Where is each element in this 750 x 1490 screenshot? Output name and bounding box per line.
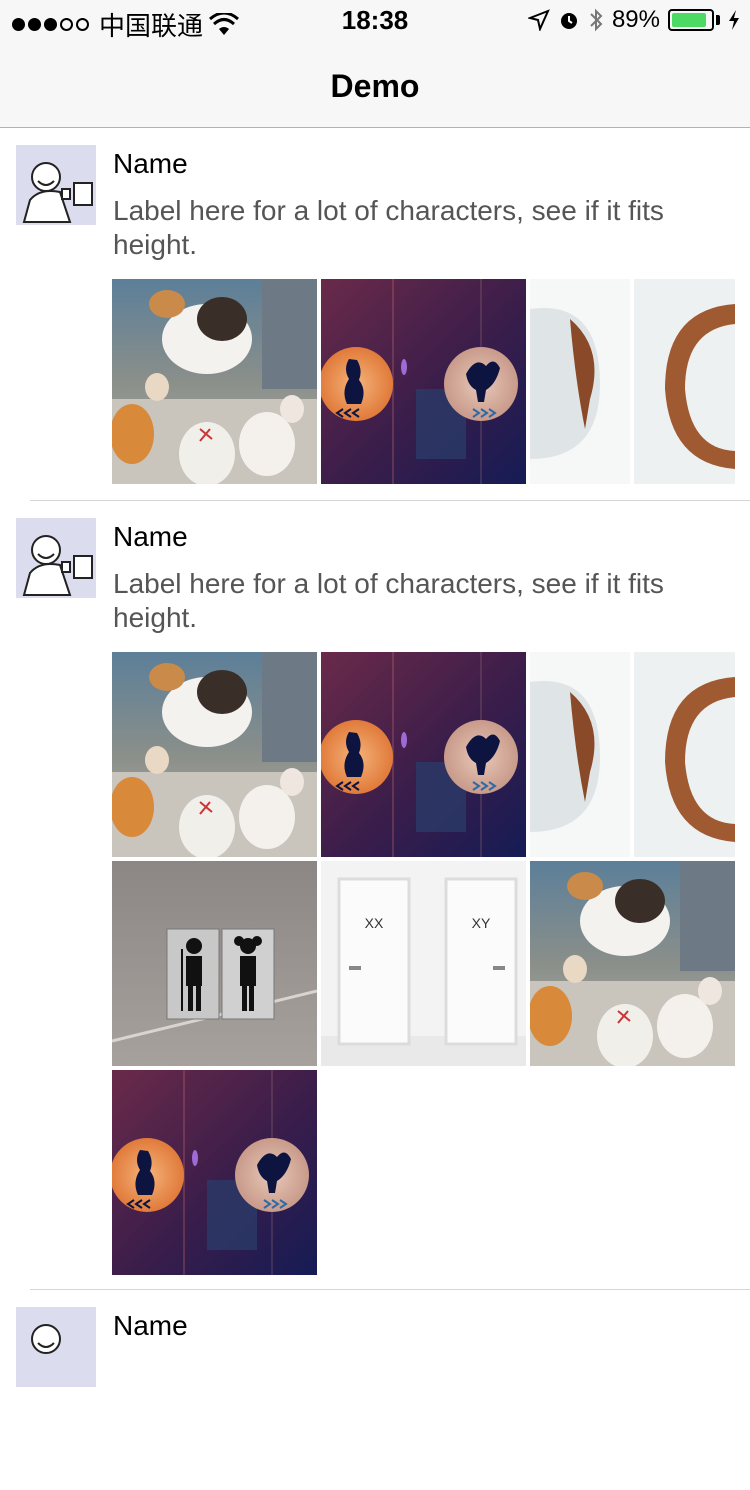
location-arrow-icon bbox=[527, 9, 550, 31]
status-bar: 中国联通 18:38 89% bbox=[0, 0, 750, 41]
avatar[interactable] bbox=[16, 145, 96, 225]
restroom-sign-photo-thumbnail[interactable] bbox=[112, 861, 317, 1066]
charging-bolt-icon bbox=[729, 10, 739, 30]
feed-cell[interactable]: Name Label here for a lot of characters,… bbox=[0, 128, 750, 501]
door-label-xx: XX bbox=[365, 915, 384, 931]
post-text: Label here for a lot of characters, see … bbox=[113, 195, 664, 260]
cats-photo-thumbnail[interactable] bbox=[112, 279, 317, 484]
avatar-meme-icon bbox=[16, 1307, 96, 1387]
alarm-clock-icon bbox=[560, 13, 577, 29]
navigation-bar: Demo bbox=[0, 40, 750, 128]
door-label-xy: XY bbox=[472, 915, 491, 931]
battery-fill bbox=[672, 13, 706, 27]
cats-photo-thumbnail[interactable] bbox=[112, 652, 317, 857]
feed-cell[interactable]: Name bbox=[0, 1290, 750, 1490]
battery-percent: 89% bbox=[611, 6, 660, 33]
user-name: Name bbox=[113, 148, 188, 179]
cat-rooster-photo-thumbnail[interactable] bbox=[112, 1070, 317, 1275]
battery-tip bbox=[716, 15, 720, 25]
user-name: Name bbox=[113, 1310, 188, 1341]
nav-title: Demo bbox=[330, 68, 420, 104]
avatar-meme-icon bbox=[16, 145, 96, 225]
avatar[interactable] bbox=[16, 1307, 96, 1387]
feed-cell[interactable]: Name Label here for a lot of characters,… bbox=[0, 501, 750, 1290]
post-text: Label here for a lot of characters, see … bbox=[113, 568, 664, 633]
feed-list[interactable]: Name Label here for a lot of characters,… bbox=[0, 128, 750, 1490]
avatar-meme-icon bbox=[16, 518, 96, 598]
doors-photo-thumbnail[interactable]: XX XY bbox=[321, 861, 526, 1066]
user-name: Name bbox=[113, 521, 188, 552]
cats-photo-thumbnail[interactable] bbox=[530, 861, 735, 1066]
cat-rooster-photo-thumbnail[interactable] bbox=[321, 652, 526, 857]
wooden-circle-photo-thumbnail[interactable] bbox=[530, 652, 735, 857]
cat-rooster-photo-thumbnail[interactable] bbox=[321, 279, 526, 484]
bluetooth-icon bbox=[590, 8, 603, 32]
wooden-circle-photo-thumbnail[interactable] bbox=[530, 279, 735, 484]
avatar[interactable] bbox=[16, 518, 96, 598]
status-right: 89% bbox=[527, 6, 740, 34]
battery-icon bbox=[668, 9, 714, 31]
